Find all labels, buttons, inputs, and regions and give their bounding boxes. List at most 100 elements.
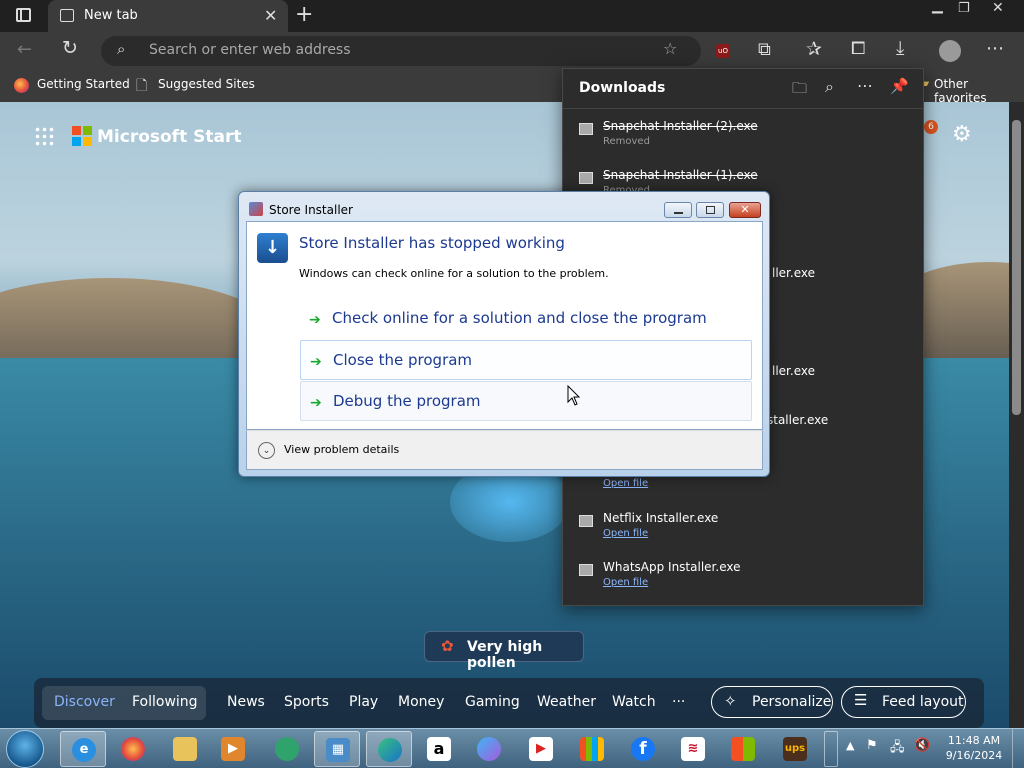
tab-watch[interactable]: Watch: [612, 694, 656, 710]
address-bar[interactable]: ⌕ Search or enter web address ☆: [101, 36, 701, 66]
feed-layout-button[interactable]: ☰ Feed layout: [841, 686, 966, 718]
taskbar-amazon[interactable]: a: [416, 731, 462, 767]
taskbar-bank[interactable]: ≋: [670, 731, 716, 767]
more-menu-icon[interactable]: ⋯: [986, 38, 1004, 59]
store-icon: [580, 737, 604, 761]
search-downloads-icon[interactable]: ⌕: [825, 77, 834, 97]
taskbar-office[interactable]: [720, 731, 766, 767]
taskbar-ups[interactable]: ups: [772, 731, 818, 767]
taskbar-app-green[interactable]: [264, 731, 310, 767]
tab-following[interactable]: Following: [132, 694, 198, 710]
pollen-alert[interactable]: ✿ Very high pollen: [424, 631, 584, 671]
open-file-link[interactable]: Open file: [603, 577, 648, 588]
personalize-button[interactable]: ✧ Personalize: [711, 686, 833, 718]
clock-time: 11:48 AM: [947, 734, 1001, 747]
tab-gaming[interactable]: Gaming: [465, 694, 520, 710]
extensions-icon[interactable]: ⧉: [758, 39, 771, 60]
chat-bubble-icon: [275, 737, 299, 761]
action-center-flag-icon[interactable]: ⚑: [866, 738, 878, 753]
minimize-icon[interactable]: ▁: [932, 0, 943, 14]
search-icon: ⌕: [117, 40, 126, 58]
feed-layout-icon: ☰: [854, 691, 868, 709]
expand-details-icon[interactable]: ⌄: [258, 442, 275, 459]
personalize-label: Personalize: [752, 694, 832, 710]
pollen-label: Very high pollen: [467, 639, 543, 671]
file-icon: [579, 515, 593, 527]
tab-actions-icon[interactable]: [16, 8, 31, 22]
download-item[interactable]: Netflix Installer.exe Open file: [577, 511, 907, 551]
open-folder-icon[interactable]: 🗀: [792, 78, 807, 103]
close-window-icon[interactable]: ✕: [992, 0, 1004, 16]
tab-money[interactable]: Money: [398, 694, 444, 710]
apps-launcher-icon[interactable]: [34, 126, 54, 146]
taskbar-scroll[interactable]: [824, 731, 838, 767]
pin-icon[interactable]: 📌: [890, 77, 909, 95]
volume-muted-icon[interactable]: 🔇: [914, 738, 930, 753]
taskbar-facebook[interactable]: f: [620, 731, 666, 767]
close-tab-icon[interactable]: ✕: [264, 6, 277, 25]
dialog-close-button[interactable]: ✕: [729, 202, 761, 218]
profile-avatar[interactable]: [939, 40, 961, 62]
tab-strip: New tab ✕ + ▁ ❐ ✕: [0, 0, 1024, 32]
show-hidden-icons[interactable]: ▲: [846, 739, 854, 752]
notification-badge[interactable]: 6: [924, 120, 938, 134]
address-input[interactable]: Search or enter web address: [149, 42, 351, 58]
taskbar-control-panel[interactable]: ▦: [314, 731, 360, 767]
ie-icon: e: [72, 738, 96, 762]
taskbar-edge[interactable]: [366, 731, 412, 767]
taskbar-youtube[interactable]: ▶: [518, 731, 564, 767]
ublock-icon[interactable]: uO: [716, 44, 730, 58]
tab-weather[interactable]: Weather: [537, 694, 596, 710]
more-options-icon[interactable]: ⋯: [857, 76, 873, 95]
taskbar-firefox[interactable]: [110, 731, 156, 767]
taskbar-ie[interactable]: e: [60, 731, 106, 767]
file-icon: [579, 564, 593, 576]
download-item[interactable]: WhatsApp Installer.exe Open file: [577, 560, 907, 600]
open-file-link[interactable]: Open file: [603, 478, 648, 489]
view-problem-details[interactable]: View problem details: [284, 443, 399, 456]
tab-sports[interactable]: Sports: [284, 694, 329, 710]
firefox-icon: [14, 78, 29, 93]
collections-icon[interactable]: ⧠: [851, 38, 865, 59]
favorite-getting-started[interactable]: Getting Started: [37, 77, 130, 91]
restore-icon[interactable]: ❐: [958, 1, 970, 16]
taskbar-copilot[interactable]: [466, 731, 512, 767]
scroll-thumb[interactable]: [1012, 120, 1021, 415]
other-favorites[interactable]: Other favorites: [934, 77, 1024, 105]
download-icon[interactable]: ⤓: [896, 37, 904, 59]
downloads-title: Downloads: [579, 80, 666, 96]
tab-play[interactable]: Play: [349, 694, 378, 710]
open-file-link[interactable]: Open file: [603, 528, 648, 539]
settings-gear-icon[interactable]: ⚙: [952, 122, 972, 147]
add-favorite-icon[interactable]: ☆: [663, 39, 677, 58]
app-icon: [249, 202, 263, 216]
pollen-icon: ✿: [441, 637, 454, 655]
page-icon: 🗋: [136, 78, 148, 94]
tab-discover[interactable]: Discover: [54, 694, 115, 710]
more-tabs-button[interactable]: ···: [672, 694, 685, 710]
tab-news[interactable]: News: [227, 694, 265, 710]
favorite-suggested-sites[interactable]: Suggested Sites: [158, 77, 255, 91]
show-desktop-button[interactable]: [1012, 729, 1024, 768]
folder-icon: [173, 737, 197, 761]
add-tab-icon[interactable]: +: [295, 2, 313, 27]
system-clock[interactable]: 11:48 AM 9/16/2024: [944, 733, 1004, 763]
dialog-maximize-button[interactable]: [696, 202, 724, 218]
network-icon[interactable]: 🖧: [890, 738, 905, 760]
favorites-icon[interactable]: ✰: [806, 38, 822, 60]
download-item[interactable]: Snapchat Installer (2).exe Removed: [577, 119, 907, 159]
brand-title[interactable]: Microsoft Start: [97, 127, 241, 147]
error-message: Windows can check online for a solution …: [299, 267, 609, 280]
download-filename: ller.exe: [772, 364, 815, 378]
check-online-option[interactable]: ➔ Check online for a solution and close …: [300, 299, 752, 339]
taskbar-store[interactable]: [569, 731, 615, 767]
start-button[interactable]: [6, 730, 44, 768]
back-icon[interactable]: ←: [17, 39, 32, 60]
debug-program-option[interactable]: ➔ Debug the program: [300, 381, 752, 421]
tab-new-tab[interactable]: New tab ✕: [48, 0, 288, 32]
taskbar-media-player[interactable]: ▶: [210, 731, 256, 767]
close-program-option[interactable]: ➔ Close the program: [300, 340, 752, 380]
dialog-minimize-button[interactable]: [664, 202, 692, 218]
refresh-icon[interactable]: ↻: [62, 37, 78, 59]
taskbar-explorer[interactable]: [162, 731, 208, 767]
